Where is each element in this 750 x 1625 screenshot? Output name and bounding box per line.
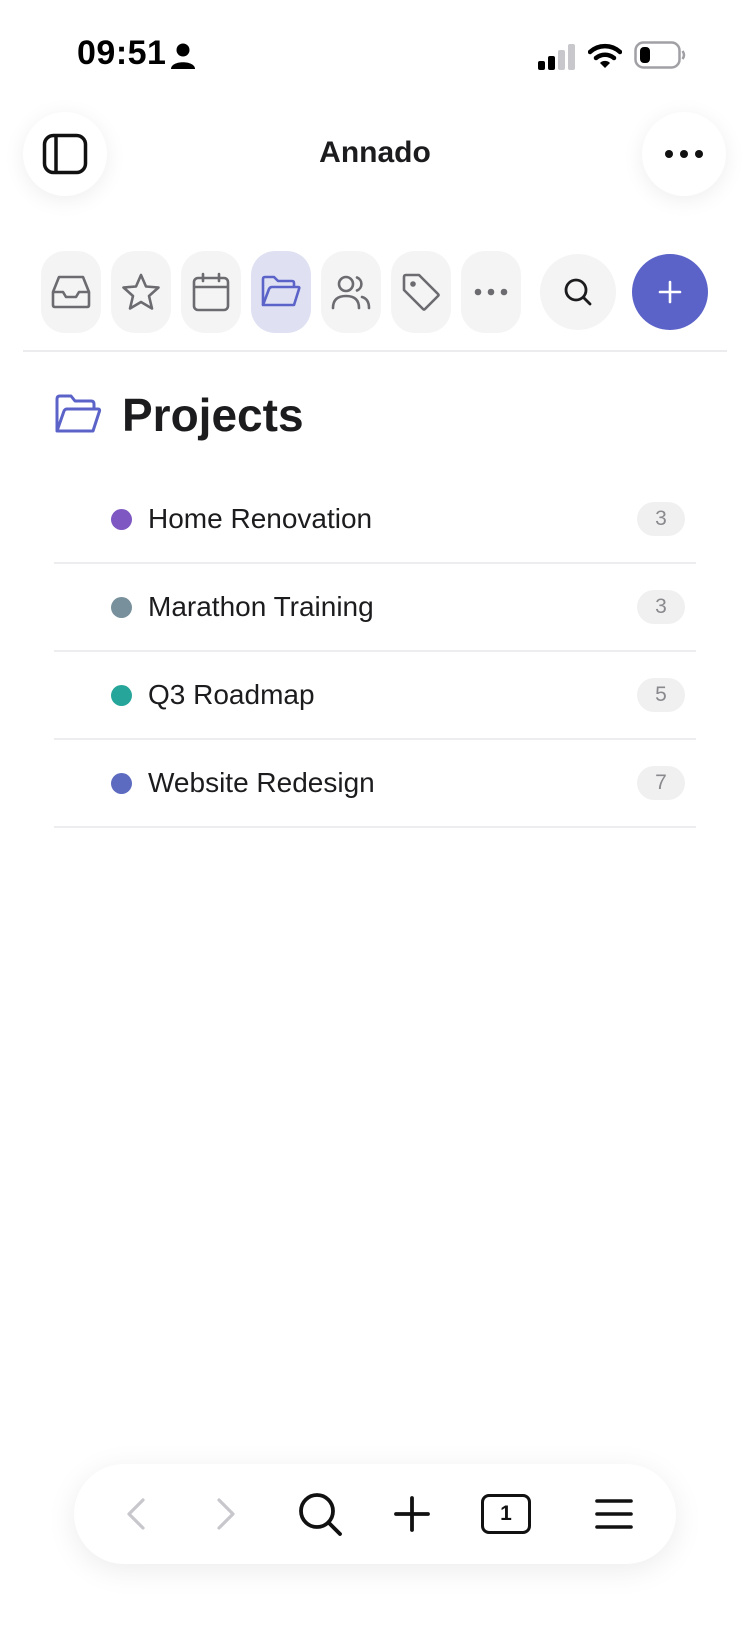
tab-people[interactable] (321, 251, 381, 333)
more-horizontal-icon (665, 150, 703, 158)
tab-count: 1 (500, 1502, 512, 1525)
search-icon (564, 278, 592, 306)
folder-open-icon (55, 394, 102, 433)
page-title: Projects (122, 389, 304, 441)
person-icon (171, 43, 195, 69)
add-button[interactable] (632, 254, 708, 330)
project-name: Q3 Roadmap (148, 679, 315, 710)
battery-icon (634, 41, 686, 69)
forward-button[interactable] (196, 1484, 256, 1544)
project-row[interactable]: Q3 Roadmap 5 (54, 652, 696, 740)
new-tab-icon (394, 1496, 430, 1532)
project-color-dot (111, 508, 132, 530)
search-button[interactable] (540, 254, 616, 330)
project-color-dot (111, 596, 132, 618)
project-name: Home Renovation (148, 503, 373, 534)
plus-icon (658, 280, 682, 304)
forward-icon (217, 1498, 235, 1530)
project-color-dot (111, 772, 132, 794)
project-name: Website Redesign (148, 767, 375, 798)
people-icon (331, 275, 371, 310)
more-options-button[interactable] (642, 112, 726, 196)
task-count-badge: 3 (637, 502, 685, 536)
divider (23, 350, 727, 352)
folder-open-icon (261, 275, 301, 307)
tab-more[interactable] (461, 251, 521, 333)
tabs-icon: 1 (481, 1494, 531, 1534)
new-tab-button[interactable] (382, 1484, 442, 1544)
tabs-button[interactable]: 1 (476, 1484, 536, 1544)
back-button[interactable] (106, 1484, 166, 1544)
calendar-icon (192, 272, 230, 312)
inbox-icon (51, 275, 91, 309)
signal-icon (538, 44, 575, 70)
tab-favorites[interactable] (111, 251, 171, 333)
menu-icon (595, 1499, 633, 1529)
tag-icon (402, 273, 440, 311)
menu-button[interactable] (584, 1484, 644, 1544)
task-count-badge: 3 (637, 590, 685, 624)
project-row[interactable]: Marathon Training 3 (54, 564, 696, 652)
back-icon (127, 1498, 145, 1530)
tab-projects[interactable] (251, 251, 311, 333)
project-row[interactable]: Website Redesign 7 (54, 740, 696, 828)
tab-calendar[interactable] (181, 251, 241, 333)
task-count-badge: 7 (637, 766, 685, 800)
status-time: 09:51 (77, 34, 167, 72)
project-name: Marathon Training (148, 591, 374, 622)
tab-tags[interactable] (391, 251, 451, 333)
task-count-badge: 5 (637, 678, 685, 712)
wifi-icon (588, 43, 622, 68)
app-title: Annado (319, 136, 431, 169)
search-icon (299, 1493, 342, 1536)
project-row[interactable]: Home Renovation 3 (54, 476, 696, 564)
star-icon (122, 273, 160, 310)
browser-search-button[interactable] (290, 1484, 350, 1544)
project-color-dot (111, 684, 132, 706)
tab-inbox[interactable] (41, 251, 101, 333)
project-list: Home Renovation 3 Marathon Training 3 Q3… (54, 476, 696, 828)
more-horizontal-icon (474, 288, 508, 296)
